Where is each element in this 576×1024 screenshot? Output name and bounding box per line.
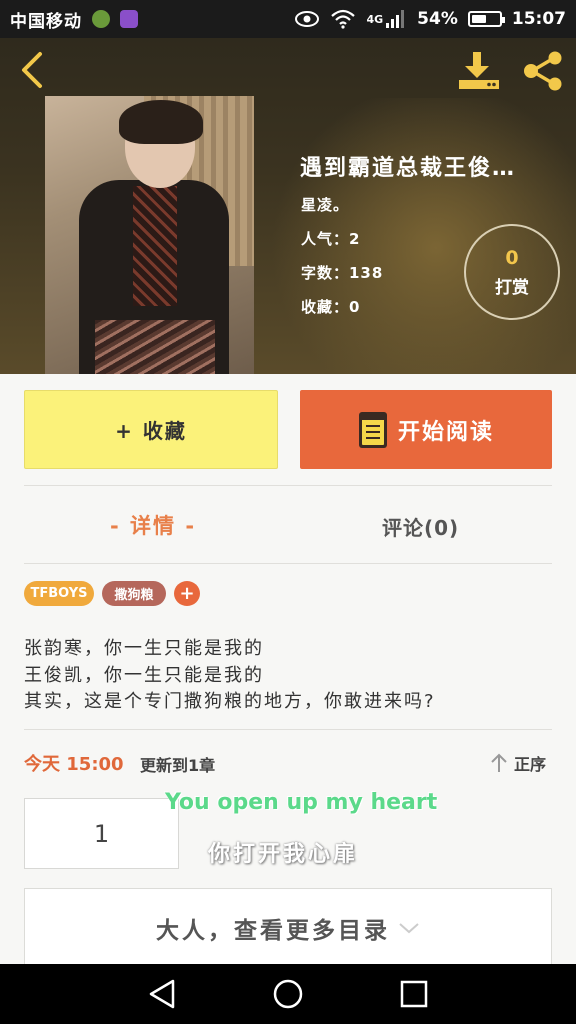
reward-button[interactable]: 0 打赏 xyxy=(464,224,560,320)
reward-label: 打赏 xyxy=(495,277,529,298)
app-notification-icon xyxy=(92,10,110,28)
tag-label: TFBOYS xyxy=(30,586,88,601)
battery-icon xyxy=(467,11,505,27)
clock: 15:07 xyxy=(511,9,566,29)
tab-detail[interactable]: - 详情 - xyxy=(110,510,196,540)
divider xyxy=(24,729,552,730)
book-cover-image[interactable] xyxy=(45,96,254,374)
gallery-notification-icon xyxy=(120,10,138,28)
battery-percent: 54% xyxy=(417,9,458,29)
update-time: 今天 15:00 xyxy=(24,754,124,775)
wifi-icon xyxy=(331,9,356,29)
view-more-catalog-button[interactable]: 大人，查看更多目录 xyxy=(24,888,552,968)
recents-square-icon[interactable] xyxy=(399,979,429,1009)
chapter-number: 1 xyxy=(93,819,110,848)
book-favorites: 收藏：0 xyxy=(301,298,361,316)
sort-order-button[interactable]: 正序 xyxy=(490,751,546,775)
view-more-catalog-label: 大人，查看更多目录 xyxy=(156,918,390,944)
divider xyxy=(24,563,552,564)
sort-order-label: 正序 xyxy=(514,755,547,774)
book-icon xyxy=(358,411,387,448)
tag-chip[interactable]: 撒狗粮 xyxy=(102,581,166,606)
download-icon[interactable] xyxy=(456,50,502,90)
add-favorite-button[interactable]: + 收藏 xyxy=(24,390,278,469)
start-reading-label: 开始阅读 xyxy=(397,419,494,445)
reward-count: 0 xyxy=(505,246,519,269)
share-icon[interactable] xyxy=(520,50,566,92)
book-header: 遇到霸道总裁王俊… 星凌。 人气：2 字数：138 收藏：0 0 打赏 xyxy=(0,38,576,374)
add-favorite-label: + 收藏 xyxy=(115,419,187,443)
description-line: 其实，这是个专门撒狗粮的地方，你敢进来吗? xyxy=(24,691,436,712)
book-author[interactable]: 星凌。 xyxy=(301,194,349,215)
chapter-item[interactable]: 1 xyxy=(24,798,179,869)
book-title: 遇到霸道总裁王俊… xyxy=(300,156,517,181)
description-line: 张韵寒，你一生只能是我的 xyxy=(24,638,264,659)
chevron-down-icon xyxy=(399,923,419,934)
book-word-count: 字数：138 xyxy=(301,264,384,282)
network-type: 4G xyxy=(366,13,384,26)
description-line: 王俊凯，你一生只能是我的 xyxy=(24,665,264,686)
update-status: 更新到1章 xyxy=(140,756,216,775)
home-circle-icon[interactable] xyxy=(272,978,304,1010)
overlay-caption-chinese: 你打开我心扉 xyxy=(208,842,359,867)
status-bar: 中国移动 4G 54% 15:07 xyxy=(0,0,576,38)
carrier-label: 中国移动 xyxy=(10,11,82,32)
add-tag-button[interactable]: + xyxy=(174,581,200,606)
tab-comments[interactable]: 评论(0) xyxy=(382,512,459,541)
back-triangle-icon[interactable] xyxy=(147,978,177,1010)
book-popularity: 人气：2 xyxy=(301,230,361,248)
up-arrow-icon xyxy=(491,753,507,772)
system-navigation-bar xyxy=(0,964,576,1024)
start-reading-button[interactable]: 开始阅读 xyxy=(300,390,552,469)
overlay-caption-english: You open up my heart xyxy=(165,790,438,815)
tag-chip[interactable]: TFBOYS xyxy=(24,581,94,606)
tag-label: 撒狗粮 xyxy=(114,588,154,603)
divider xyxy=(24,485,552,486)
eye-icon xyxy=(295,11,320,27)
back-arrow-icon[interactable] xyxy=(14,50,54,90)
signal-icon xyxy=(386,10,405,28)
